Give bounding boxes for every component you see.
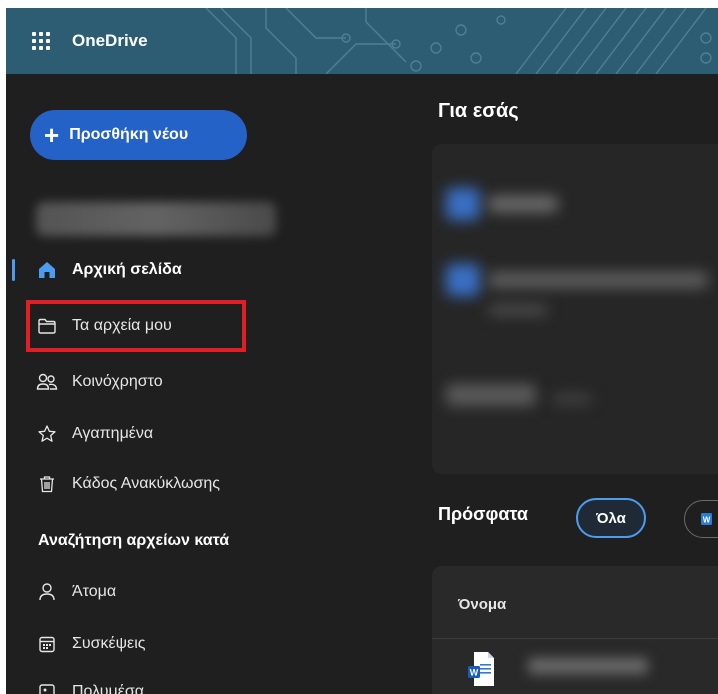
file-name-blurred bbox=[528, 658, 648, 674]
sidebar-item-label: Αρχική σελίδα bbox=[72, 261, 182, 278]
sidebar-item-shared[interactable]: Κοινόχρηστο bbox=[36, 364, 163, 400]
account-name-blurred[interactable] bbox=[36, 202, 276, 236]
people-icon bbox=[36, 371, 58, 393]
active-indicator bbox=[12, 259, 15, 281]
calendar-icon bbox=[36, 633, 58, 655]
sidebar-item-label: Κάδος Ανακύκλωσης bbox=[72, 475, 220, 492]
sidebar-item-favorites[interactable]: Αγαπημένα bbox=[36, 416, 153, 452]
sidebar-item-label: Αγαπημένα bbox=[72, 425, 154, 442]
filter-all-pill[interactable]: Όλα bbox=[576, 498, 646, 538]
add-new-button[interactable]: + Προσθήκη νέου bbox=[30, 110, 247, 160]
divider bbox=[432, 638, 718, 639]
word-document-icon: W bbox=[468, 652, 494, 686]
add-new-label: Προσθήκη νέου bbox=[69, 126, 189, 143]
trash-icon bbox=[36, 473, 58, 495]
top-bar: OneDrive bbox=[6, 8, 718, 74]
table-row[interactable]: W bbox=[432, 640, 718, 694]
sidebar-item-label: Πολυμέσα bbox=[72, 683, 144, 694]
word-icon: W bbox=[701, 513, 712, 525]
home-icon bbox=[36, 259, 58, 281]
svg-text:W: W bbox=[470, 668, 479, 678]
onedrive-window: OneDrive + Προσθήκη νέου Αρχική σελίδα Τ… bbox=[6, 8, 718, 694]
plus-icon: + bbox=[44, 120, 60, 150]
app-launcher-waffle-icon[interactable] bbox=[24, 24, 58, 58]
column-header-name[interactable]: Όνομα bbox=[458, 596, 506, 613]
sidebar: + Προσθήκη νέου Αρχική σελίδα Τα αρχεία … bbox=[6, 74, 280, 694]
browse-files-section-title: Αναζήτηση αρχείων κατά bbox=[38, 532, 230, 549]
for-you-cards-blurred[interactable] bbox=[432, 144, 718, 474]
sidebar-item-people[interactable]: Άτομα bbox=[36, 574, 116, 610]
filter-word-pill[interactable]: W bbox=[684, 500, 718, 538]
svg-text:W: W bbox=[703, 516, 711, 525]
recent-heading: Πρόσφατα bbox=[438, 504, 528, 524]
main-content: Για εσάς Πρόσφατα Όλα W Όνομα W bbox=[280, 74, 718, 694]
sidebar-item-media[interactable]: Πολυμέσα bbox=[36, 674, 144, 694]
sidebar-item-home[interactable]: Αρχική σελίδα bbox=[36, 252, 182, 288]
star-icon bbox=[36, 423, 58, 445]
sidebar-item-recycle-bin[interactable]: Κάδος Ανακύκλωσης bbox=[36, 466, 220, 502]
media-icon bbox=[36, 681, 58, 694]
person-icon bbox=[36, 581, 58, 603]
app-title[interactable]: OneDrive bbox=[72, 31, 148, 51]
sidebar-item-label: Κοινόχρηστο bbox=[72, 373, 163, 390]
red-highlight-box bbox=[26, 300, 246, 352]
sidebar-item-label: Άτομα bbox=[72, 583, 117, 600]
sidebar-item-meetings[interactable]: Συσκέψεις bbox=[36, 626, 145, 662]
sidebar-item-label: Συσκέψεις bbox=[72, 635, 146, 652]
for-you-heading: Για εσάς bbox=[438, 100, 519, 122]
recent-files-list: Όνομα W bbox=[432, 566, 718, 694]
